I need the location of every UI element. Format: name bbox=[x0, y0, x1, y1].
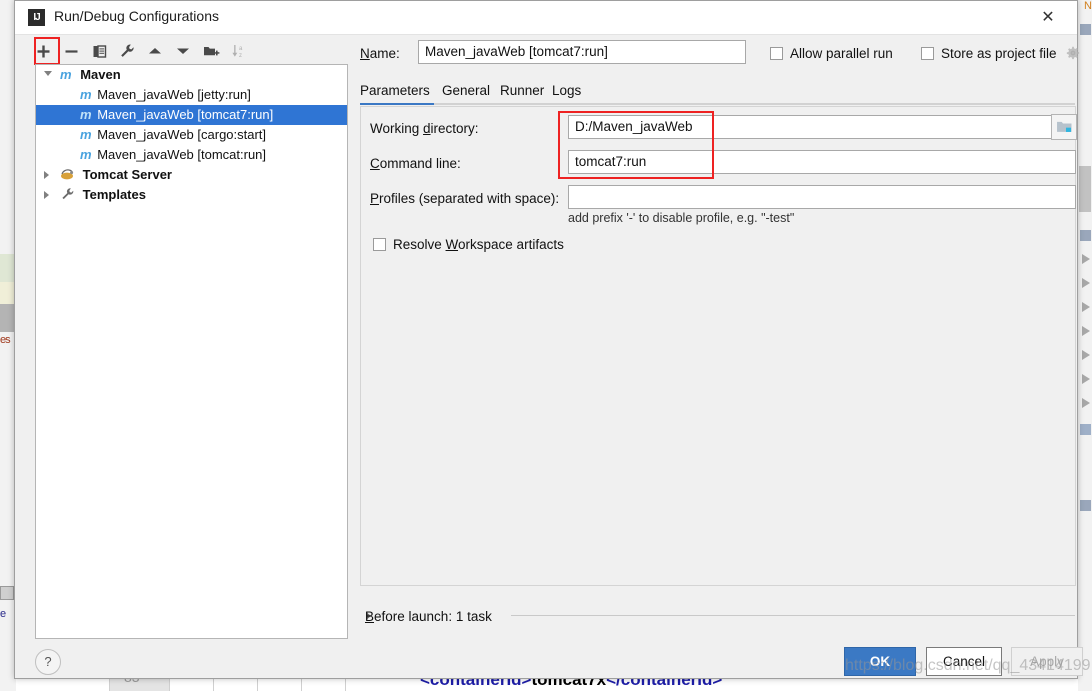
tree-node-label: Tomcat Server bbox=[82, 167, 172, 182]
dialog-titlebar: IJ Run/Debug Configurations ✕ bbox=[15, 1, 1077, 35]
ide-left-clipped-text: e bbox=[0, 608, 6, 620]
tree-node-maven-tomcat-run[interactable]: m Maven_javaWeb [tomcat:run] bbox=[36, 145, 347, 165]
allow-parallel-run-label: Allow parallel run bbox=[790, 46, 893, 61]
working-directory-input[interactable]: D:/Maven_javaWeb bbox=[568, 115, 1076, 139]
gutter-mark bbox=[1080, 500, 1091, 511]
name-label: Name: bbox=[360, 46, 400, 61]
command-line-label: Command line: bbox=[370, 156, 461, 171]
gutter-triangle-icon bbox=[1082, 278, 1090, 288]
gutter-scrollbar-thumb[interactable] bbox=[1079, 166, 1091, 212]
maven-icon: m bbox=[80, 107, 92, 122]
ide-left-color-chunk bbox=[0, 282, 14, 304]
gutter-mark bbox=[1080, 230, 1091, 241]
wrench-icon bbox=[60, 187, 75, 207]
name-input[interactable]: Maven_javaWeb [tomcat7:run] bbox=[418, 40, 746, 64]
gutter-triangle-icon bbox=[1082, 302, 1090, 312]
tree-node-templates[interactable]: Templates bbox=[36, 185, 347, 205]
tab-underline-track bbox=[360, 103, 1075, 105]
profiles-input[interactable] bbox=[568, 185, 1076, 209]
help-button[interactable]: ? bbox=[35, 649, 61, 675]
copy-configuration-button[interactable] bbox=[87, 38, 111, 64]
gutter-mark bbox=[1080, 424, 1091, 435]
tab-parameters[interactable]: Parameters bbox=[360, 81, 430, 103]
tree-node-label: Maven bbox=[80, 67, 121, 82]
allow-parallel-run-checkbox[interactable]: Allow parallel run bbox=[770, 46, 893, 61]
add-configuration-button[interactable] bbox=[31, 38, 55, 64]
tree-node-tomcat-server[interactable]: Tomcat Server bbox=[36, 165, 347, 185]
working-directory-label: Working directory: bbox=[370, 121, 479, 136]
tomcat-icon bbox=[60, 167, 75, 187]
svg-text:z: z bbox=[239, 53, 242, 59]
tree-node-label: Maven_javaWeb [tomcat:run] bbox=[97, 147, 267, 162]
command-line-input[interactable]: tomcat7:run bbox=[568, 150, 1076, 174]
parameters-tab-panel bbox=[360, 106, 1076, 586]
ide-left-color-chunk bbox=[0, 254, 14, 282]
gutter-triangle-icon bbox=[1082, 254, 1090, 264]
chevron-down-icon[interactable] bbox=[44, 71, 52, 76]
tree-node-label: Maven_javaWeb [jetty:run] bbox=[97, 87, 251, 102]
configurations-tree[interactable]: m Maven m Maven_javaWeb [jetty:run] m Ma… bbox=[35, 64, 348, 639]
tab-logs[interactable]: Logs bbox=[552, 81, 581, 103]
gutter-marker-label: N bbox=[1084, 0, 1092, 12]
ok-button[interactable]: OK bbox=[844, 647, 916, 676]
intellij-idea-icon: IJ bbox=[28, 9, 45, 26]
chevron-right-icon[interactable] bbox=[44, 171, 49, 179]
dialog-title: Run/Debug Configurations bbox=[54, 8, 219, 24]
tree-node-label: Templates bbox=[82, 187, 146, 202]
tree-node-maven-jetty-run[interactable]: m Maven_javaWeb [jetty:run] bbox=[36, 85, 347, 105]
gear-icon[interactable] bbox=[1066, 46, 1080, 60]
move-into-folder-icon[interactable] bbox=[199, 38, 223, 64]
before-launch-divider bbox=[511, 615, 1075, 616]
module-folder-icon bbox=[1056, 121, 1071, 132]
close-icon[interactable]: ✕ bbox=[1029, 5, 1067, 31]
maven-icon: m bbox=[80, 127, 92, 142]
maven-icon: m bbox=[60, 67, 72, 82]
ide-left-clipped-text: es bbox=[0, 334, 11, 346]
tree-node-label: Maven_javaWeb [tomcat7:run] bbox=[97, 107, 274, 122]
working-directory-value: D:/Maven_javaWeb bbox=[575, 119, 693, 134]
tree-node-maven[interactable]: m Maven bbox=[36, 65, 347, 85]
ide-left-clipped-icon bbox=[0, 586, 14, 600]
move-down-triangle-down-icon[interactable] bbox=[171, 38, 195, 64]
gutter-triangle-icon bbox=[1082, 326, 1090, 336]
sort-az-icon[interactable]: az bbox=[227, 38, 251, 64]
tree-node-maven-cargo-start[interactable]: m Maven_javaWeb [cargo:start] bbox=[36, 125, 347, 145]
checkbox-box[interactable] bbox=[373, 238, 386, 251]
maven-icon: m bbox=[80, 147, 92, 162]
gutter-triangle-icon bbox=[1082, 350, 1090, 360]
cancel-button[interactable]: Cancel bbox=[926, 647, 1002, 676]
run-debug-configurations-dialog: IJ Run/Debug Configurations ✕ az m Maven… bbox=[14, 0, 1083, 679]
remove-configuration-button[interactable] bbox=[59, 38, 83, 64]
chevron-right-icon[interactable] bbox=[44, 191, 49, 199]
ide-editor-gutter[interactable]: N bbox=[1077, 0, 1092, 691]
checkbox-box[interactable] bbox=[921, 47, 934, 60]
configurations-toolbar: az bbox=[31, 38, 347, 64]
tab-general[interactable]: General bbox=[442, 81, 490, 103]
move-up-triangle-up-icon[interactable] bbox=[143, 38, 167, 64]
tree-node-maven-tomcat7-run[interactable]: m Maven_javaWeb [tomcat7:run] bbox=[36, 105, 347, 125]
tab-active-indicator bbox=[360, 103, 434, 105]
store-as-project-file-label: Store as project file bbox=[941, 46, 1057, 61]
store-as-project-file-checkbox[interactable]: Store as project file bbox=[921, 46, 1057, 61]
svg-text:a: a bbox=[239, 46, 243, 52]
gutter-mark bbox=[1080, 24, 1091, 35]
select-module-button[interactable] bbox=[1051, 114, 1077, 140]
edit-templates-wrench-icon[interactable] bbox=[115, 38, 139, 64]
tree-node-label: Maven_javaWeb [cargo:start] bbox=[97, 127, 267, 142]
maven-icon: m bbox=[80, 87, 92, 102]
resolve-workspace-artifacts-label: Resolve Workspace artifacts bbox=[393, 237, 564, 252]
gutter-triangle-icon bbox=[1082, 374, 1090, 384]
profiles-hint: add prefix '-' to disable profile, e.g. … bbox=[568, 211, 795, 225]
ide-left-color-chunk bbox=[0, 304, 14, 332]
gutter-triangle-icon bbox=[1082, 398, 1090, 408]
apply-button[interactable]: Apply bbox=[1011, 647, 1083, 676]
before-launch-label[interactable]: Before launch: 1 task bbox=[365, 609, 492, 624]
resolve-workspace-artifacts-checkbox[interactable]: Resolve Workspace artifacts bbox=[373, 237, 564, 252]
tab-runner[interactable]: Runner bbox=[500, 81, 544, 103]
checkbox-box[interactable] bbox=[770, 47, 783, 60]
profiles-label: Profiles (separated with space): bbox=[370, 191, 560, 206]
